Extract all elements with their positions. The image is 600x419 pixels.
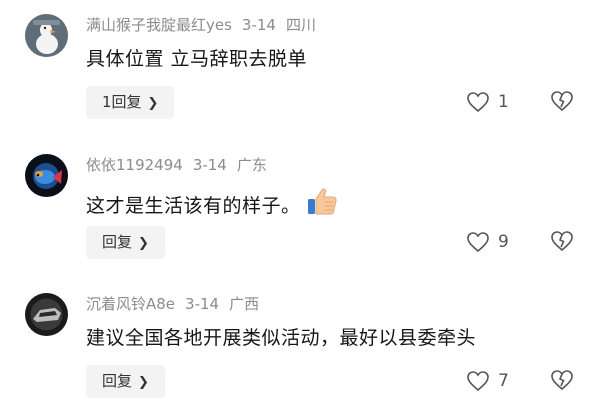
comment-text-body: 这才是生活该有的样子。 xyxy=(86,195,301,217)
reply-label: 回复 xyxy=(102,372,133,390)
goose-avatar-icon xyxy=(25,14,68,57)
comment-text: 具体位置 立马辞职去脱单 xyxy=(86,48,308,70)
broken-heart-icon xyxy=(551,231,573,252)
comment-text: 建议全国各地开展类似活动，最好以县委牵头 xyxy=(86,327,477,349)
fish-avatar-icon xyxy=(25,154,68,197)
chevron-right-icon: ❯ xyxy=(138,236,149,251)
comment-meta: 依依1192494 3-14 广东 xyxy=(86,154,267,175)
comment-meta: 满山猴子我腚最红yes 3-14 四川 xyxy=(86,14,316,35)
broken-heart-icon xyxy=(551,370,573,391)
comment-date: 3-14 xyxy=(192,156,227,174)
dislike-button[interactable] xyxy=(550,368,574,392)
like-count: 1 xyxy=(498,92,509,112)
username[interactable]: 依依1192494 xyxy=(86,156,183,174)
reply-label: 1回复 xyxy=(102,93,142,111)
chevron-right-icon: ❯ xyxy=(147,96,159,111)
reply-label: 回复 xyxy=(102,233,133,251)
avatar[interactable] xyxy=(25,154,68,197)
comment-location: 广东 xyxy=(236,156,267,174)
comment-location: 广西 xyxy=(229,295,260,313)
comment-item: 依依1192494 3-14 广东 这才是生活该有的样子。 回复 ❯ 9 xyxy=(0,140,600,280)
avatar[interactable] xyxy=(25,293,68,336)
username[interactable]: 满山猴子我腚最红yes xyxy=(86,16,232,34)
thumbs-up-emoji-icon xyxy=(305,184,339,223)
comment-date: 3-14 xyxy=(241,16,276,34)
dislike-button[interactable] xyxy=(550,229,574,253)
like-button[interactable]: 1 xyxy=(466,88,509,116)
avatar[interactable] xyxy=(25,14,68,57)
reply-button[interactable]: 1回复 ❯ xyxy=(86,86,175,119)
heart-icon xyxy=(467,232,489,253)
car-logo-avatar-icon xyxy=(25,293,68,336)
comment-item: 沉着风铃A8e 3-14 广西 建议全国各地开展类似活动，最好以县委牵头 回复 ❯ 7 xyxy=(0,279,600,419)
comment-item: 满山猴子我腚最红yes 3-14 四川 具体位置 立马辞职去脱单 1回复 ❯ 1 xyxy=(0,0,600,140)
heart-icon xyxy=(467,371,489,392)
broken-heart-icon xyxy=(551,91,573,112)
chevron-right-icon: ❯ xyxy=(138,375,149,390)
comment-location: 四川 xyxy=(285,16,316,34)
heart-icon xyxy=(467,92,489,113)
reply-button[interactable]: 回复 ❯ xyxy=(86,226,165,259)
like-button[interactable]: 9 xyxy=(466,228,509,256)
like-button[interactable]: 7 xyxy=(466,367,509,395)
comment-date: 3-14 xyxy=(185,295,220,313)
like-count: 9 xyxy=(498,232,509,252)
like-count: 7 xyxy=(498,371,509,391)
comment-meta: 沉着风铃A8e 3-14 广西 xyxy=(86,293,259,314)
username[interactable]: 沉着风铃A8e xyxy=(86,295,175,313)
dislike-button[interactable] xyxy=(550,89,574,113)
comment-text: 这才是生活该有的样子。 xyxy=(86,184,339,223)
reply-button[interactable]: 回复 ❯ xyxy=(86,365,165,398)
